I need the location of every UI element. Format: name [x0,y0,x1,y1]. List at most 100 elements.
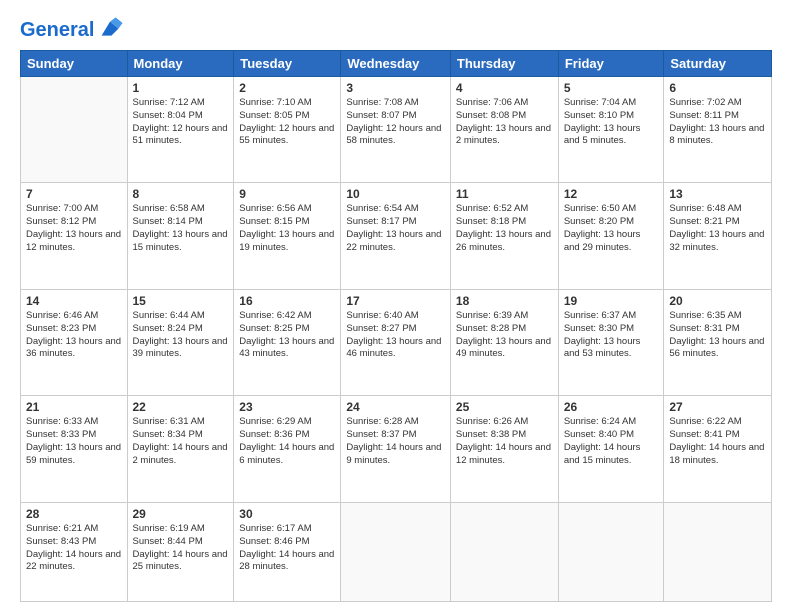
weekday-header-saturday: Saturday [664,51,772,77]
cell-info: Sunrise: 6:44 AMSunset: 8:24 PMDaylight:… [133,310,229,361]
weekday-header-wednesday: Wednesday [341,51,451,77]
day-number: 13 [669,187,766,201]
calendar-cell: 15 Sunrise: 6:44 AMSunset: 8:24 PMDayligh… [127,289,234,395]
day-number: 14 [26,294,122,308]
cell-info: Sunrise: 6:37 AMSunset: 8:30 PMDaylight:… [564,310,659,361]
cell-info: Sunrise: 7:12 AMSunset: 8:04 PMDaylight:… [133,97,229,148]
cell-info: Sunrise: 6:48 AMSunset: 8:21 PMDaylight:… [669,203,766,254]
day-number: 30 [239,507,335,521]
cell-info: Sunrise: 6:31 AMSunset: 8:34 PMDaylight:… [133,416,229,467]
calendar-cell [341,502,451,601]
day-number: 2 [239,81,335,95]
calendar-cell: 26Sunrise: 6:24 AMSunset: 8:40 PMDayligh… [558,396,664,502]
calendar-cell: 7Sunrise: 7:00 AMSunset: 8:12 PMDaylight… [21,183,128,289]
cell-info: Sunrise: 6:39 AMSunset: 8:28 PMDaylight:… [456,310,553,361]
cell-info: Sunrise: 7:06 AMSunset: 8:08 PMDaylight:… [456,97,553,148]
calendar-cell: 8 Sunrise: 6:58 AMSunset: 8:14 PMDaylight… [127,183,234,289]
cell-info: Sunrise: 6:28 AMSunset: 8:37 PMDaylight:… [346,416,445,467]
week-row-1: 1 Sunrise: 7:12 AMSunset: 8:04 PMDaylight… [21,77,772,183]
day-number: 6 [669,81,766,95]
cell-info: Sunrise: 6:19 AMSunset: 8:44 PMDaylight:… [133,523,229,574]
calendar-cell: 29 Sunrise: 6:19 AMSunset: 8:44 PMDayligh… [127,502,234,601]
weekday-header-tuesday: Tuesday [234,51,341,77]
calendar-cell: 3 Sunrise: 7:08 AMSunset: 8:07 PMDaylight… [341,77,451,183]
day-number: 20 [669,294,766,308]
calendar-cell: 21 Sunrise: 6:33 AMSunset: 8:33 PMDayligh… [21,396,128,502]
day-number: 11 [456,187,553,201]
page: General SundayMondayTuesdayWednesdayThur… [0,0,792,612]
week-row-5: 28Sunrise: 6:21 AMSunset: 8:43 PMDayligh… [21,502,772,601]
cell-info: Sunrise: 6:17 AMSunset: 8:46 PMDaylight:… [239,523,335,574]
day-number: 10 [346,187,445,201]
weekday-header-monday: Monday [127,51,234,77]
cell-info: Sunrise: 6:33 AMSunset: 8:33 PMDaylight:… [26,416,122,467]
calendar-cell [664,502,772,601]
cell-info: Sunrise: 7:02 AMSunset: 8:11 PMDaylight:… [669,97,766,148]
cell-info: Sunrise: 6:58 AMSunset: 8:14 PMDaylight:… [133,203,229,254]
day-number: 27 [669,400,766,414]
cell-info: Sunrise: 6:54 AMSunset: 8:17 PMDaylight:… [346,203,445,254]
day-number: 1 [133,81,229,95]
calendar-cell: 27 Sunrise: 6:22 AMSunset: 8:41 PMDayligh… [664,396,772,502]
calendar-cell: 17 Sunrise: 6:40 AMSunset: 8:27 PMDayligh… [341,289,451,395]
calendar-cell: 20Sunrise: 6:35 AMSunset: 8:31 PMDayligh… [664,289,772,395]
day-number: 21 [26,400,122,414]
day-number: 7 [26,187,122,201]
cell-info: Sunrise: 6:46 AMSunset: 8:23 PMDaylight:… [26,310,122,361]
day-number: 4 [456,81,553,95]
day-number: 12 [564,187,659,201]
cell-info: Sunrise: 7:10 AMSunset: 8:05 PMDaylight:… [239,97,335,148]
weekday-header-thursday: Thursday [450,51,558,77]
cell-info: Sunrise: 6:50 AMSunset: 8:20 PMDaylight:… [564,203,659,254]
week-row-2: 7Sunrise: 7:00 AMSunset: 8:12 PMDaylight… [21,183,772,289]
calendar-cell: 11 Sunrise: 6:52 AMSunset: 8:18 PMDayligh… [450,183,558,289]
calendar-cell: 30 Sunrise: 6:17 AMSunset: 8:46 PMDayligh… [234,502,341,601]
calendar-cell: 24 Sunrise: 6:28 AMSunset: 8:37 PMDayligh… [341,396,451,502]
calendar-cell [558,502,664,601]
day-number: 22 [133,400,229,414]
calendar-table: SundayMondayTuesdayWednesdayThursdayFrid… [20,50,772,602]
header: General [20,16,772,40]
logo-icon [96,16,124,44]
calendar-cell: 16Sunrise: 6:42 AMSunset: 8:25 PMDayligh… [234,289,341,395]
week-row-4: 21 Sunrise: 6:33 AMSunset: 8:33 PMDayligh… [21,396,772,502]
calendar-cell: 10 Sunrise: 6:54 AMSunset: 8:17 PMDayligh… [341,183,451,289]
weekday-header-friday: Friday [558,51,664,77]
calendar-cell: 28Sunrise: 6:21 AMSunset: 8:43 PMDayligh… [21,502,128,601]
day-number: 24 [346,400,445,414]
day-number: 29 [133,507,229,521]
cell-info: Sunrise: 7:04 AMSunset: 8:10 PMDaylight:… [564,97,659,148]
calendar-cell: 9Sunrise: 6:56 AMSunset: 8:15 PMDaylight… [234,183,341,289]
cell-info: Sunrise: 7:08 AMSunset: 8:07 PMDaylight:… [346,97,445,148]
cell-info: Sunrise: 6:22 AMSunset: 8:41 PMDaylight:… [669,416,766,467]
cell-info: Sunrise: 6:26 AMSunset: 8:38 PMDaylight:… [456,416,553,467]
calendar-cell: 13 Sunrise: 6:48 AMSunset: 8:21 PMDayligh… [664,183,772,289]
week-row-3: 14 Sunrise: 6:46 AMSunset: 8:23 PMDayligh… [21,289,772,395]
day-number: 5 [564,81,659,95]
day-number: 3 [346,81,445,95]
cell-info: Sunrise: 6:52 AMSunset: 8:18 PMDaylight:… [456,203,553,254]
day-number: 16 [239,294,335,308]
weekday-header-row: SundayMondayTuesdayWednesdayThursdayFrid… [21,51,772,77]
calendar-cell: 1 Sunrise: 7:12 AMSunset: 8:04 PMDaylight… [127,77,234,183]
logo-text: General [20,19,94,41]
day-number: 19 [564,294,659,308]
calendar-cell: 14 Sunrise: 6:46 AMSunset: 8:23 PMDayligh… [21,289,128,395]
day-number: 8 [133,187,229,201]
calendar-cell: 6 Sunrise: 7:02 AMSunset: 8:11 PMDaylight… [664,77,772,183]
calendar-cell: 4 Sunrise: 7:06 AMSunset: 8:08 PMDaylight… [450,77,558,183]
calendar-cell: 19 Sunrise: 6:37 AMSunset: 8:30 PMDayligh… [558,289,664,395]
calendar-cell: 22 Sunrise: 6:31 AMSunset: 8:34 PMDayligh… [127,396,234,502]
day-number: 15 [133,294,229,308]
calendar-cell: 5 Sunrise: 7:04 AMSunset: 8:10 PMDaylight… [558,77,664,183]
day-number: 17 [346,294,445,308]
cell-info: Sunrise: 6:56 AMSunset: 8:15 PMDaylight:… [239,203,335,254]
day-number: 25 [456,400,553,414]
calendar-cell: 23Sunrise: 6:29 AMSunset: 8:36 PMDayligh… [234,396,341,502]
day-number: 26 [564,400,659,414]
calendar-cell: 2 Sunrise: 7:10 AMSunset: 8:05 PMDaylight… [234,77,341,183]
day-number: 18 [456,294,553,308]
calendar-cell: 12 Sunrise: 6:50 AMSunset: 8:20 PMDayligh… [558,183,664,289]
day-number: 23 [239,400,335,414]
cell-info: Sunrise: 6:40 AMSunset: 8:27 PMDaylight:… [346,310,445,361]
